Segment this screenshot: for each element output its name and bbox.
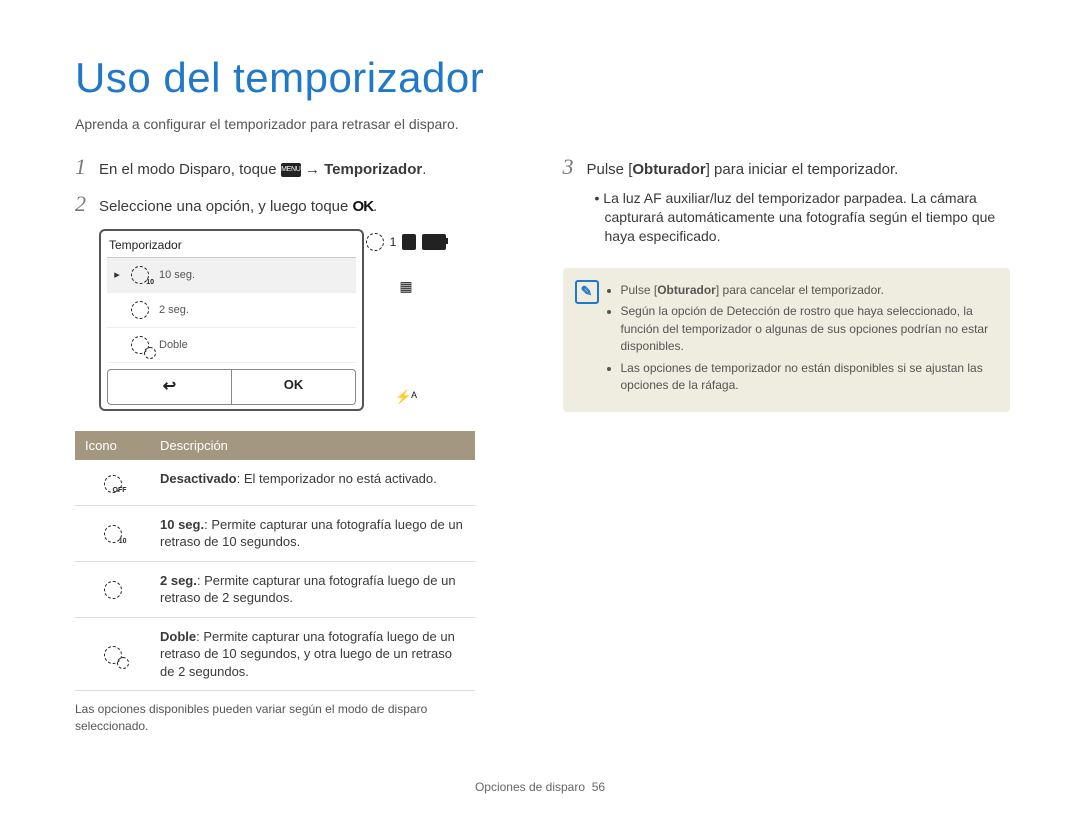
table-row: 10 10 seg.: Permite capturar una fotogra… bbox=[75, 505, 475, 561]
counter-value: 1 bbox=[390, 234, 397, 250]
step3-sub-bullet: • La luz AF auxiliar/luz del temporizado… bbox=[587, 189, 1011, 246]
step2-post: . bbox=[373, 198, 377, 215]
lcd-option-10seg[interactable]: ▸ 10 10 seg. bbox=[107, 258, 356, 293]
footer-section: Opciones de disparo bbox=[475, 780, 585, 794]
battery-icon bbox=[422, 234, 446, 250]
lcd-item-label: 10 seg. bbox=[159, 268, 195, 283]
lcd-screen: Temporizador ▸ 10 10 seg. 2 seg. bbox=[99, 229, 364, 411]
step3-post: ] para iniciar el temporizador. bbox=[706, 161, 899, 178]
icon-description-table: Icono Descripción OFF Desactivado: El te… bbox=[75, 431, 475, 692]
step1-post: . bbox=[422, 161, 426, 178]
step1-bold: Temporizador bbox=[324, 161, 422, 178]
table-footnote: Las opciones disponibles pueden variar s… bbox=[75, 701, 475, 733]
info-box: ✎ Pulse [Obturador] para cancelar el tem… bbox=[563, 268, 1011, 412]
timer-10-icon: 10 bbox=[104, 525, 122, 543]
timer-2-icon bbox=[104, 581, 122, 599]
ok-icon: OK bbox=[353, 198, 374, 215]
info-item: Según la opción de Detección de rostro q… bbox=[621, 303, 995, 355]
left-column: 1 En el modo Disparo, toque MENU → Tempo… bbox=[75, 152, 523, 734]
table-header-icon: Icono bbox=[75, 431, 150, 461]
lcd-option-doble[interactable]: Doble bbox=[107, 328, 356, 363]
sd-card-icon bbox=[402, 234, 416, 250]
lcd-item-label: Doble bbox=[159, 338, 188, 353]
lcd-title: Temporizador bbox=[109, 237, 356, 253]
page-subtitle: Aprenda a configurar el temporizador par… bbox=[75, 115, 1010, 134]
step-number: 2 bbox=[75, 189, 99, 219]
page-footer: Opciones de disparo 56 bbox=[0, 779, 1080, 795]
info-item: Pulse [Obturador] para cancelar el tempo… bbox=[621, 282, 995, 299]
step-1: 1 En el modo Disparo, toque MENU → Tempo… bbox=[75, 152, 523, 182]
lcd-screenshot: Temporizador ▸ 10 10 seg. 2 seg. bbox=[99, 229, 523, 411]
table-header-desc: Descripción bbox=[150, 431, 475, 461]
lcd-side-icons: 1 ▦ ⚡ᴬ bbox=[376, 229, 436, 405]
timer-double-icon bbox=[131, 336, 149, 354]
step2-text: Seleccione una opción, y luego toque bbox=[99, 198, 353, 215]
timer-off-icon: OFF bbox=[104, 475, 122, 493]
lcd-back-button[interactable]: ↩ bbox=[108, 370, 232, 404]
step-number: 1 bbox=[75, 152, 99, 182]
page-title: Uso del temporizador bbox=[75, 50, 1010, 107]
table-row: OFF Desactivado: El temporizador no está… bbox=[75, 460, 475, 505]
menu-icon: MENU bbox=[281, 163, 301, 177]
info-item: Las opciones de temporizador no están di… bbox=[621, 360, 995, 395]
flash-auto-icon: ⚡ᴬ bbox=[395, 388, 417, 406]
lcd-ok-button[interactable]: OK bbox=[232, 370, 355, 404]
step1-text-pre: En el modo Disparo, toque bbox=[99, 161, 281, 178]
lcd-item-label: 2 seg. bbox=[159, 303, 189, 318]
right-column: 3 Pulse [Obturador] para iniciar el temp… bbox=[563, 152, 1011, 734]
step-2: 2 Seleccione una opción, y luego toque O… bbox=[75, 189, 523, 219]
step3-pre: Pulse [ bbox=[587, 161, 633, 178]
step-number: 3 bbox=[563, 152, 587, 182]
timer-double-icon bbox=[104, 646, 122, 664]
step3-bold: Obturador bbox=[632, 161, 705, 178]
step1-arrow: → bbox=[305, 161, 324, 178]
timer-2-icon bbox=[131, 301, 149, 319]
footer-page-number: 56 bbox=[592, 780, 605, 794]
step-3: 3 Pulse [Obturador] para iniciar el temp… bbox=[563, 152, 1011, 182]
timer-10-icon: 10 bbox=[131, 266, 149, 284]
info-icon: ✎ bbox=[575, 280, 599, 304]
timer-status-icon bbox=[366, 233, 384, 251]
lcd-option-2seg[interactable]: 2 seg. bbox=[107, 293, 356, 328]
table-row: Doble: Permite capturar una fotografía l… bbox=[75, 617, 475, 691]
table-row: 2 seg.: Permite capturar una fotografía … bbox=[75, 561, 475, 617]
